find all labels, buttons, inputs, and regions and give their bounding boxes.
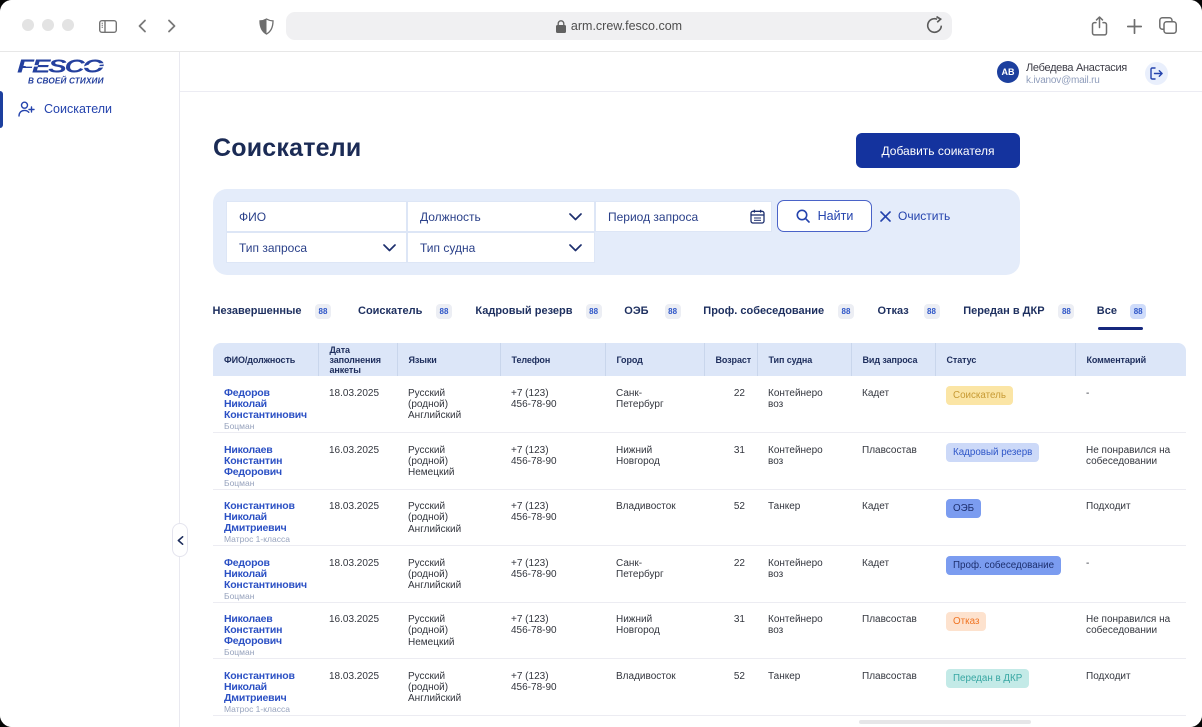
svg-text:В СВОЕЙ СТИХИИ: В СВОЕЙ СТИХИИ [28,75,105,86]
